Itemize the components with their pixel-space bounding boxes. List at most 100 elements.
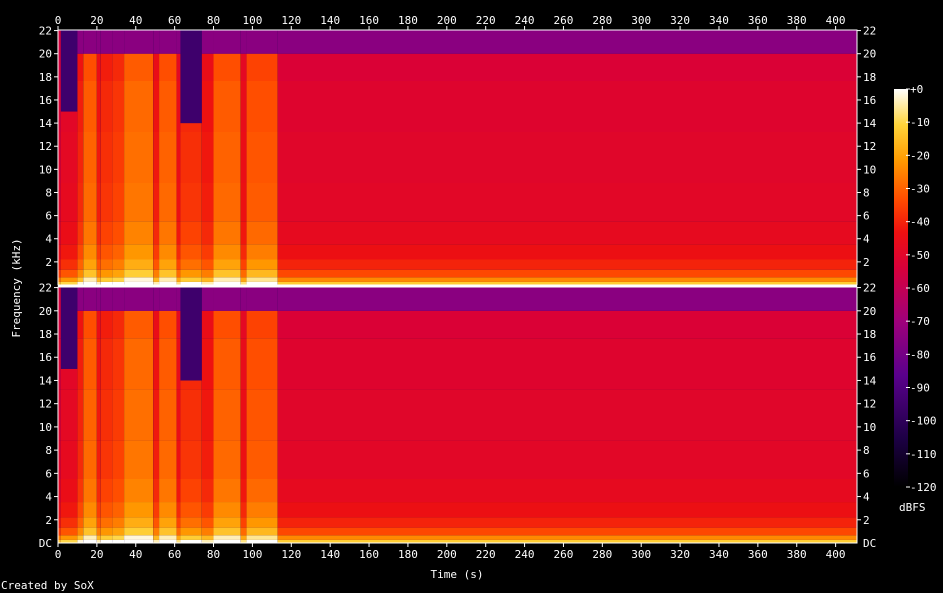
spectrogram-cell bbox=[77, 527, 84, 536]
spectrogram-cell bbox=[201, 259, 214, 270]
spectrogram-cell bbox=[201, 81, 214, 132]
spectrogram-cell bbox=[240, 244, 247, 260]
spectrogram-cell bbox=[180, 277, 202, 282]
spectrogram-cell bbox=[60, 259, 78, 270]
spectrogram-cell bbox=[124, 277, 154, 282]
spectrogram-cell bbox=[176, 310, 181, 339]
x-tick-label: 180 bbox=[398, 548, 418, 561]
spectrogram-cell bbox=[100, 440, 113, 479]
x-tick-label: 280 bbox=[592, 548, 612, 561]
spectrogram-cell bbox=[112, 440, 125, 479]
spectrogram-cell bbox=[201, 502, 214, 518]
x-tick-label: 120 bbox=[281, 14, 301, 27]
spectrogram-cell bbox=[176, 277, 181, 282]
spectrogram-cell bbox=[77, 479, 84, 503]
x-tick-label: 40 bbox=[129, 548, 142, 561]
x-tick-label: 140 bbox=[320, 14, 340, 27]
x-tick-label: 360 bbox=[748, 14, 768, 27]
y-tick-label: 10 bbox=[39, 421, 52, 434]
spectrogram-cell bbox=[246, 259, 278, 270]
spectrogram-cell bbox=[112, 132, 125, 183]
x-tick-label: 80 bbox=[207, 14, 220, 27]
colorbar-tick-label: +0 bbox=[910, 83, 923, 96]
spectrogram-cell bbox=[159, 53, 177, 81]
spectrogram-cell bbox=[176, 244, 181, 260]
colorbar-tick-label: -50 bbox=[910, 249, 930, 262]
x-tick-label: 160 bbox=[359, 14, 379, 27]
x-tick-label: 0 bbox=[55, 548, 62, 561]
colorbar-ticks: +0 -10 -20 -30 -40 -50 -60 -70 -80 -90 -100 -110 -12… bbox=[906, 83, 937, 494]
spectrogram-cell bbox=[176, 440, 181, 479]
spectrogram-cell bbox=[213, 221, 241, 245]
created-by-label: Created by SoX bbox=[1, 579, 94, 592]
spectrogram-cell bbox=[83, 259, 97, 270]
spectrogram-cell bbox=[124, 81, 154, 132]
spectrogram-cell bbox=[100, 132, 113, 183]
y-tick-label-dc: DC bbox=[863, 537, 876, 550]
spectrogram-cell bbox=[246, 517, 278, 528]
spectrogram-cell bbox=[124, 338, 154, 390]
spectrogram-cell bbox=[277, 389, 857, 441]
x-tick-label: 140 bbox=[320, 548, 340, 561]
y-tick-label: 8 bbox=[863, 444, 870, 457]
spectrogram-cell bbox=[180, 517, 202, 528]
spectrogram-cell bbox=[112, 81, 125, 132]
y-tick-label: 22 bbox=[863, 25, 876, 38]
spectrogram-cell bbox=[153, 440, 160, 479]
spectrogram-cell bbox=[77, 53, 84, 81]
spectrogram-cell bbox=[124, 310, 154, 339]
y-tick-label: 2 bbox=[45, 256, 52, 269]
spectrogram-cell bbox=[159, 287, 177, 311]
x-tick-label: 20 bbox=[90, 14, 103, 27]
spectrogram-cell bbox=[77, 259, 84, 270]
spectrogram-cell bbox=[100, 389, 113, 441]
spectrogram-cell bbox=[153, 132, 160, 183]
y-tick-label: 6 bbox=[45, 467, 52, 480]
spectrogram-cell bbox=[77, 517, 84, 528]
spectrogram-cell bbox=[124, 479, 154, 503]
y-axis-label: Frequency (kHz) bbox=[10, 238, 23, 337]
x-tick-label: 200 bbox=[437, 14, 457, 27]
spectrogram-cell bbox=[176, 338, 181, 390]
spectrogram-cell bbox=[112, 517, 125, 528]
spectrogram-cell bbox=[153, 244, 160, 260]
spectrogram-cell bbox=[201, 479, 214, 503]
spectrogram-cell bbox=[100, 527, 113, 536]
y-tick-label: 10 bbox=[863, 421, 876, 434]
x-tick-label: 20 bbox=[90, 548, 103, 561]
spectrogram-cell bbox=[96, 527, 101, 536]
spectrogram-cell bbox=[277, 535, 857, 540]
spectrogram-cell bbox=[124, 517, 154, 528]
x-tick-label: 380 bbox=[787, 14, 807, 27]
x-tick-label: 0 bbox=[55, 14, 62, 27]
spectrogram-cell bbox=[153, 338, 160, 390]
y-tick-label: 18 bbox=[39, 328, 52, 341]
spectrogram-cell bbox=[180, 30, 202, 124]
x-tick-label: 320 bbox=[670, 548, 690, 561]
spectrogram-cell bbox=[60, 132, 78, 183]
y-tick-label: 2 bbox=[863, 256, 870, 269]
spectrogram-cell bbox=[201, 440, 214, 479]
spectrogram-cell bbox=[201, 287, 214, 311]
spectrogram-cell bbox=[112, 287, 125, 311]
spectrogram-cell bbox=[60, 244, 78, 260]
y-tick-label: 16 bbox=[39, 351, 52, 364]
spectrogram-cell bbox=[240, 183, 247, 222]
y-tick-label: 22 bbox=[39, 25, 52, 38]
x-tick-label: 240 bbox=[515, 14, 535, 27]
spectrogram-cell bbox=[159, 535, 177, 540]
spectrogram-cell bbox=[159, 389, 177, 441]
spectrogram-cell bbox=[112, 389, 125, 441]
spectrogram-cell bbox=[246, 53, 278, 81]
spectrogram-cell bbox=[83, 517, 97, 528]
spectrogram-cell bbox=[159, 310, 177, 339]
spectrogram-cell bbox=[159, 132, 177, 183]
spectrogram-cell bbox=[240, 338, 247, 390]
x-tick-label: 180 bbox=[398, 14, 418, 27]
spectrogram-cell bbox=[153, 277, 160, 282]
spectrogram-cell bbox=[246, 535, 278, 540]
spectrogram-cell bbox=[124, 287, 154, 311]
spectrogram-cell bbox=[246, 338, 278, 390]
spectrogram-cell bbox=[201, 338, 214, 390]
spectrogram-cell bbox=[77, 183, 84, 222]
